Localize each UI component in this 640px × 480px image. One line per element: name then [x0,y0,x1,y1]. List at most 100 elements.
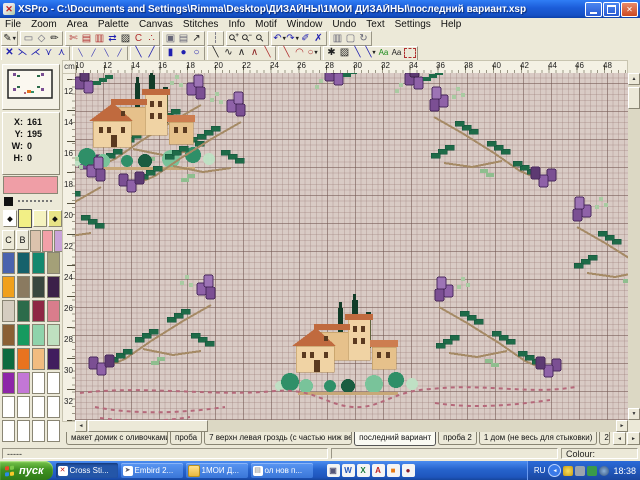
knot-icon[interactable]: ✱ [325,47,338,59]
palette-swatch[interactable] [17,252,30,274]
palette-swatch[interactable]: ◆ [3,210,17,227]
taskbar-item-cross-stitch[interactable]: ✕ Cross Sti... [56,463,118,478]
quarter-2-icon[interactable]: ╱ [87,47,100,59]
menu-text[interactable]: Text [361,18,389,31]
paste-board-icon[interactable]: ▥ [331,33,344,45]
palette-swatch[interactable] [17,420,30,442]
select-dashed-icon[interactable] [403,47,416,59]
orange-app-icon[interactable]: ■ [387,464,400,477]
palette-swatch[interactable] [47,276,60,298]
quarter-1-icon[interactable]: ╲ [74,47,87,59]
export-icon[interactable]: ▤ [177,33,190,45]
long-stitch-icon[interactable]: ╲ [261,47,274,59]
restore-button[interactable] [603,2,620,17]
scroll-down-button[interactable]: ▼ [628,408,640,420]
tab-maket-domik[interactable]: макет домик с оливочками [66,432,168,445]
red-circle-icon[interactable]: ○▾ [306,47,319,59]
palette-swatch[interactable] [47,252,60,274]
tray-coin-icon[interactable] [563,466,573,476]
text-green-icon[interactable]: Aa [377,47,390,59]
palette-swatch[interactable] [17,372,30,394]
palette-swatch[interactable] [32,372,45,394]
draw-line-icon[interactable]: ✐ [299,33,312,45]
vertical-scroll-thumb[interactable] [628,87,640,109]
scroll-right-button[interactable]: ► [616,420,628,432]
palette-swatch[interactable] [32,276,45,298]
zoom-in-icon[interactable]: ⚲+ [228,33,241,45]
tab-dom[interactable]: 1 дом (не весь для стыковки) [479,432,598,445]
pattern-icon[interactable]: ∴ [145,33,158,45]
palette-swatch[interactable]: ◆ [48,210,62,227]
menu-settings[interactable]: Settings [390,18,436,31]
palette-swatch[interactable] [42,230,53,252]
tab-posledniy-variant[interactable]: последний вариант [354,432,436,446]
palette-swatch-selected[interactable] [18,209,32,228]
tabs-scroll-left[interactable]: ◄ [613,432,626,445]
palette-swatch[interactable] [47,300,60,322]
palette-swatch[interactable] [2,252,15,274]
palette-swatch[interactable] [17,396,30,418]
taskbar-item-document[interactable]: ▤ ол нов п... [251,463,313,478]
menu-palette[interactable]: Palette [93,18,134,31]
quarter-4-icon[interactable]: ╱ [113,47,126,59]
start-button[interactable]: пуск [0,461,53,480]
three-quarter-3-icon[interactable]: ⋎ [42,47,55,59]
palette-swatch[interactable] [17,300,30,322]
palette-swatch[interactable] [32,396,45,418]
tab-proba[interactable]: проба [170,432,202,445]
palette-swatch[interactable] [2,372,15,394]
vertical-stitch-icon[interactable]: ▮ [164,47,177,59]
palette-swatch[interactable] [2,324,15,346]
blue-line-icon[interactable]: ╲ [351,47,364,59]
palette-swatch[interactable] [47,372,60,394]
current-color-swatch[interactable] [3,176,58,194]
menu-help[interactable]: Help [436,18,467,31]
palette-swatch[interactable] [17,348,30,370]
palette-swatch[interactable] [32,348,45,370]
palette-swatch[interactable] [32,324,45,346]
menu-motif[interactable]: Motif [250,18,282,31]
angle-stitch-icon[interactable]: ∧ [235,47,248,59]
palette-swatch[interactable] [2,348,15,370]
redo-icon[interactable]: ↷▾ [286,33,299,45]
palette-swatch[interactable] [2,396,15,418]
palette-swatch[interactable] [47,324,60,346]
menu-window[interactable]: Window [282,18,328,31]
guides-icon[interactable]: ┆ [209,33,222,45]
poly-select-icon[interactable]: ◇ [35,33,48,45]
quarter-3-icon[interactable]: ╲ [100,47,113,59]
vertical-scrollbar[interactable]: ▲ ▼ [628,73,640,420]
palette-swatch[interactable] [32,300,45,322]
acrobat-icon[interactable]: A [372,464,385,477]
menu-zoom[interactable]: Zoom [26,18,62,31]
excel-icon[interactable]: X [357,464,370,477]
angle-stitch-2-icon[interactable]: ∧ [248,47,261,59]
tabs-scroll-right[interactable]: ► [627,432,640,445]
three-quarter-4-icon[interactable]: ⋏ [55,47,68,59]
menu-info[interactable]: Info [223,18,250,31]
full-cross-icon[interactable]: ✕ [3,47,16,59]
tab-proba-2[interactable]: проба 2 [438,432,477,445]
zoom-window-icon[interactable]: ⚲ [254,33,267,45]
circle-app-icon[interactable]: ● [402,464,415,477]
texture-icon[interactable]: ▨ [338,47,351,59]
tray-app-icon[interactable] [575,466,585,476]
palette-swatch[interactable] [32,420,45,442]
palette-swatch[interactable] [2,420,15,442]
horizontal-scroll-thumb[interactable] [88,420,208,432]
blends-button[interactable]: B [16,230,29,250]
palette-swatch[interactable] [2,276,15,298]
scroll-left-button[interactable]: ◄ [75,420,87,432]
tab-pravaya-nizh[interactable]: 2 правая ниж гр [599,432,610,445]
palette-swatch[interactable] [17,324,30,346]
palette-swatch[interactable] [30,230,41,252]
taskbar-item-folder[interactable]: 1МОИ Д... [186,463,248,478]
design-canvas[interactable] [75,73,628,420]
three-quarter-2-icon[interactable]: ⋌ [29,47,42,59]
rotate-icon[interactable]: C [132,33,145,45]
text-black-icon[interactable]: Aa [390,47,403,59]
palette-swatch[interactable] [2,300,15,322]
menu-file[interactable]: File [0,18,26,31]
cut-icon[interactable]: ✄ [67,33,80,45]
tray-collapse-icon[interactable]: ◄ [548,464,561,477]
